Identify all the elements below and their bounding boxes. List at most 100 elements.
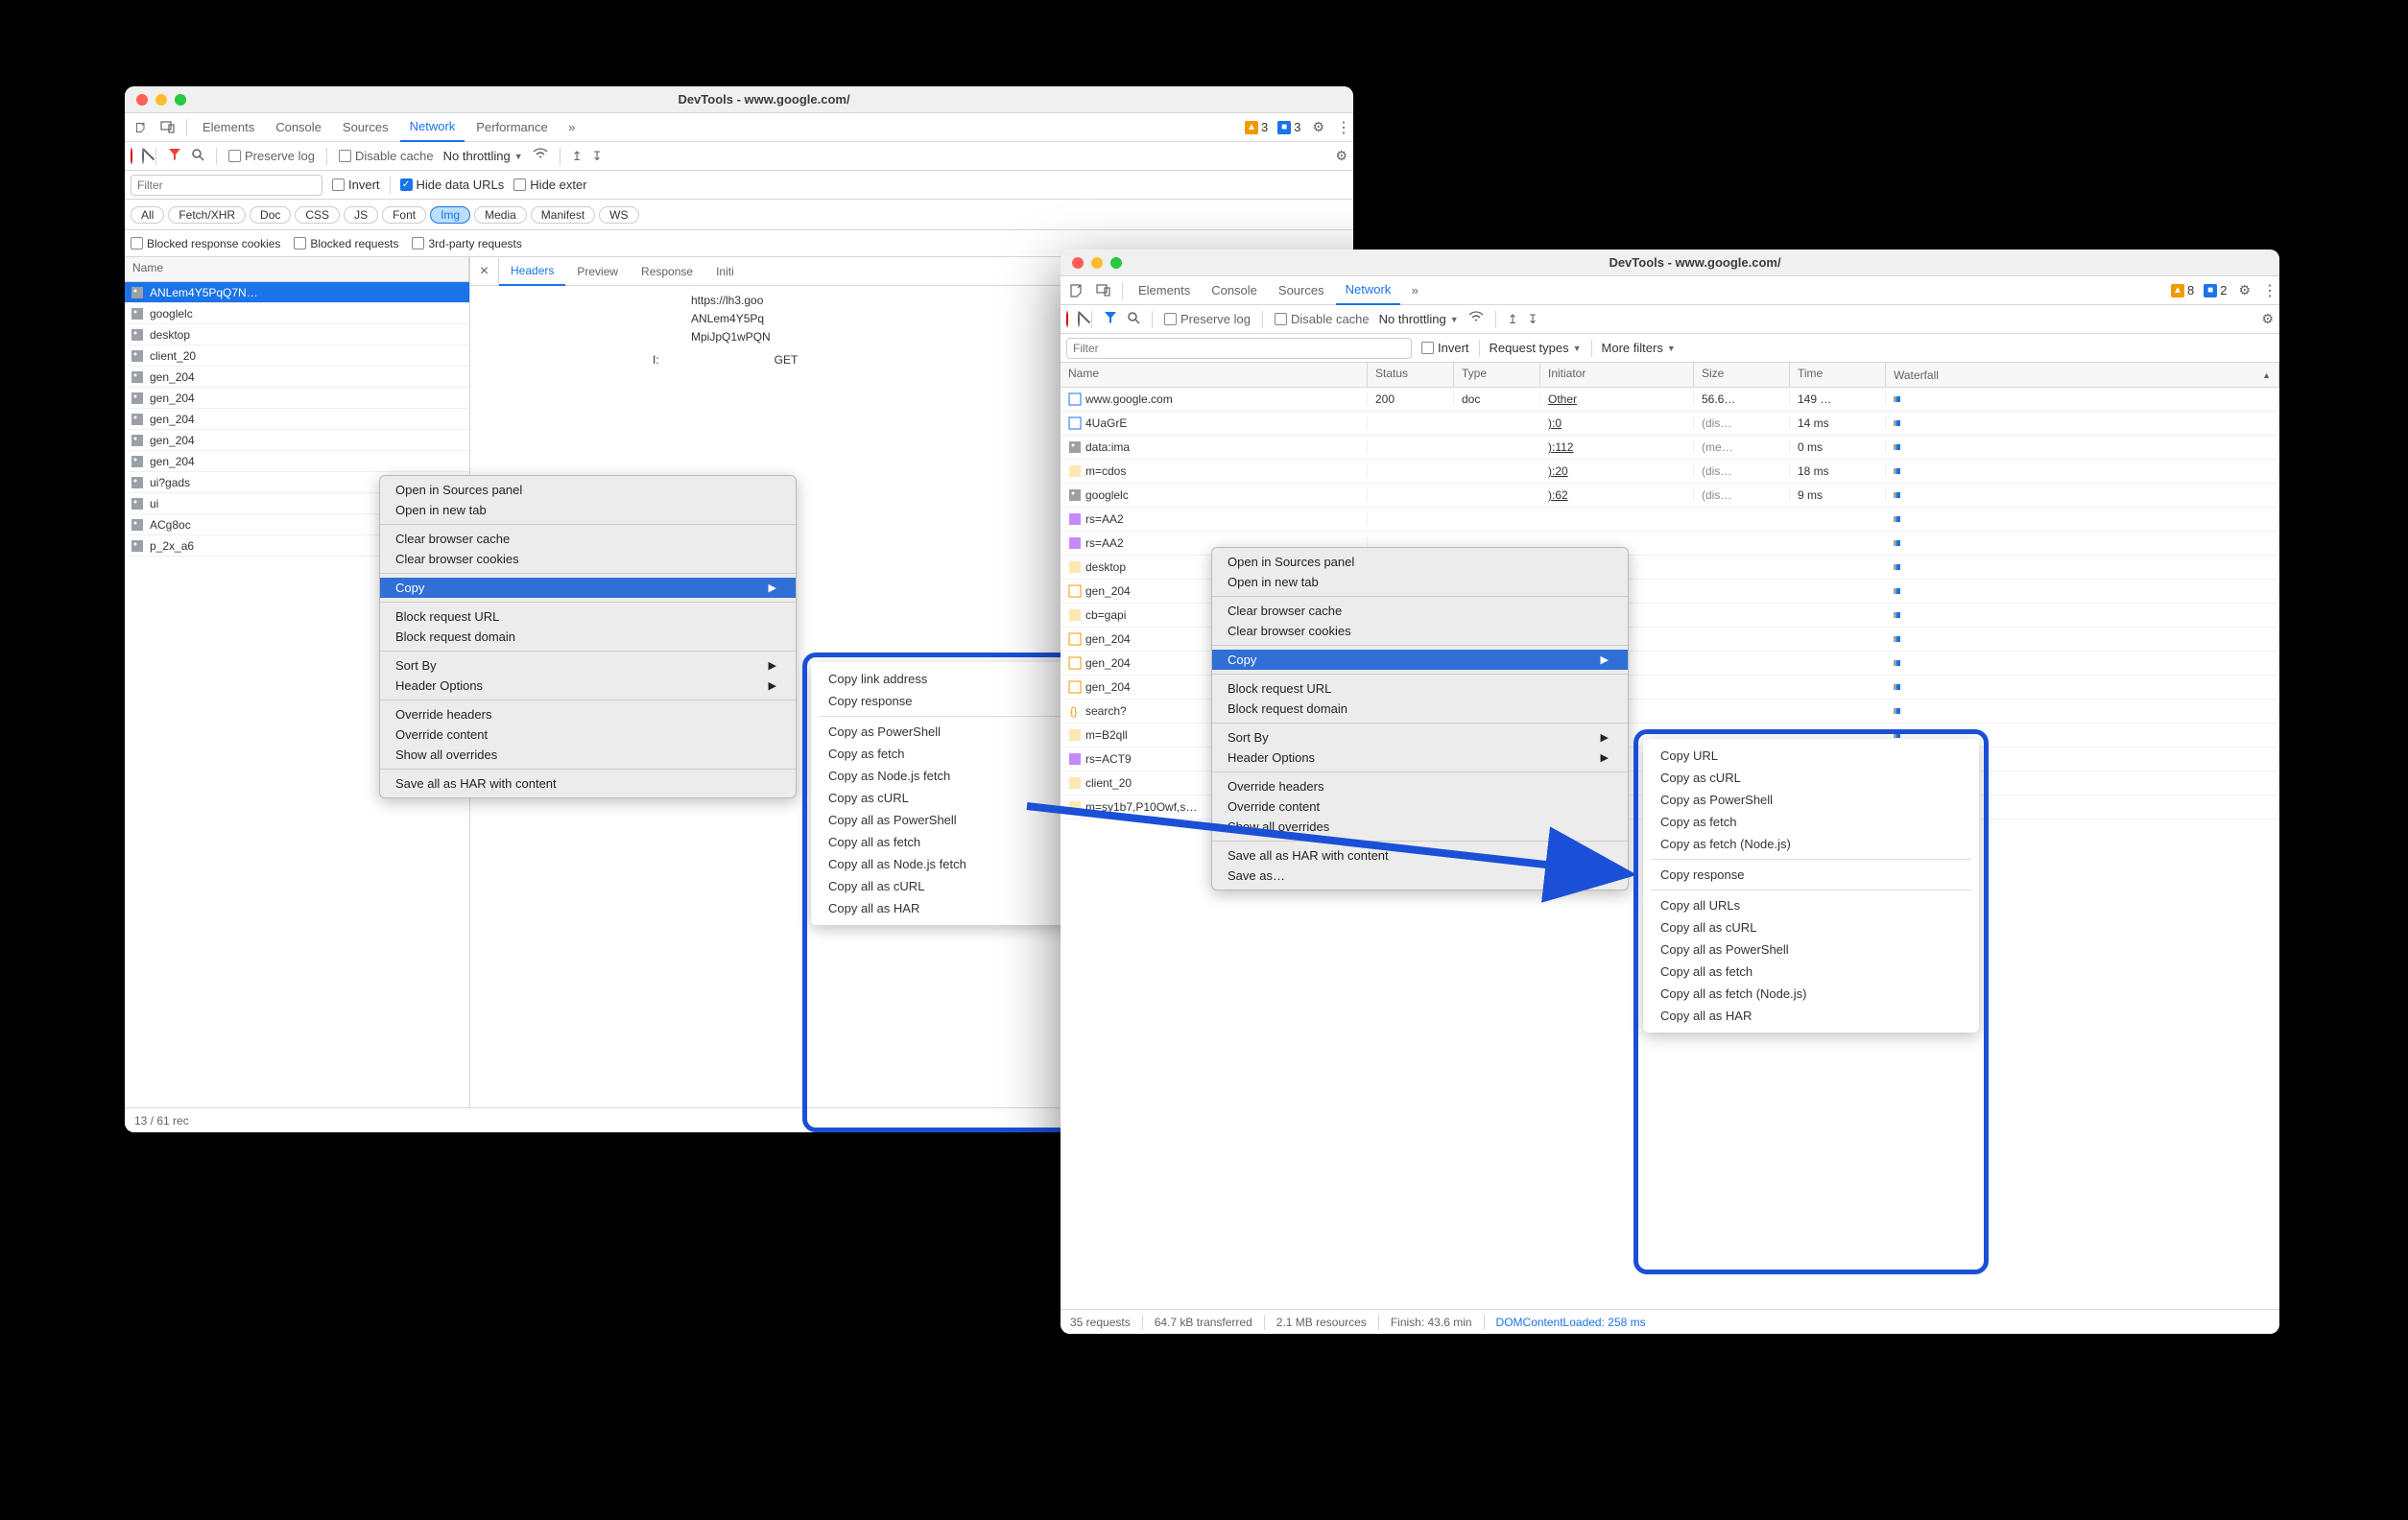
filter-input[interactable] — [1066, 338, 1412, 359]
more-menu-icon[interactable]: ⋮ — [1336, 118, 1349, 137]
request-row[interactable]: gen_204 — [125, 409, 469, 430]
menu-item[interactable]: Save all as HAR with content — [1212, 845, 1628, 866]
col-size[interactable]: Size — [1694, 363, 1790, 387]
wifi-icon[interactable] — [533, 148, 548, 164]
cell-initiator[interactable]: Other — [1540, 392, 1694, 406]
close-detail-button[interactable]: × — [470, 257, 499, 286]
search-icon[interactable] — [1127, 311, 1140, 327]
settings-gear-icon[interactable]: ⚙ — [1312, 119, 1324, 135]
col-type[interactable]: Type — [1454, 363, 1540, 387]
menu-item[interactable]: Open in new tab — [380, 500, 796, 520]
request-row[interactable]: googlelc — [125, 303, 469, 324]
submenu-item[interactable]: Copy as cURL — [1643, 767, 1979, 789]
filter-pill-fetch-xhr[interactable]: Fetch/XHR — [168, 206, 246, 224]
submenu-item[interactable]: Copy response — [1643, 864, 1979, 886]
throttling-select[interactable]: No throttling▼ — [1379, 312, 1459, 326]
submenu-item[interactable]: Copy all as fetch — [1643, 961, 1979, 983]
maximize-icon[interactable] — [1110, 257, 1122, 269]
submenu-item[interactable]: Copy all as cURL — [1643, 916, 1979, 938]
filter-pill-font[interactable]: Font — [382, 206, 426, 224]
cell-initiator[interactable]: ):20 — [1540, 464, 1694, 478]
tab-network[interactable]: Network — [1336, 276, 1401, 305]
menu-item[interactable]: Open in Sources panel — [1212, 552, 1628, 572]
menu-item[interactable]: Sort By▶ — [380, 655, 796, 676]
detail-tab-initiator[interactable]: Initi — [704, 257, 746, 286]
warnings-badge[interactable]: ▲8 — [2171, 283, 2194, 297]
detail-tab-preview[interactable]: Preview — [565, 257, 630, 286]
menu-item[interactable]: Block request URL — [1212, 678, 1628, 699]
download-icon[interactable]: ↧ — [1528, 312, 1538, 327]
filter-pill-doc[interactable]: Doc — [250, 206, 291, 224]
menu-item[interactable]: Clear browser cookies — [1212, 621, 1628, 641]
filter-pill-all[interactable]: All — [131, 206, 164, 224]
warnings-badge[interactable]: ▲3 — [1245, 120, 1268, 134]
submenu-item[interactable]: Copy all as HAR — [1643, 1005, 1979, 1027]
tab-console[interactable]: Console — [1202, 276, 1267, 305]
request-types-dropdown[interactable]: Request types▼ — [1490, 341, 1582, 355]
request-row[interactable]: 4UaGrE):0(dis…14 ms — [1061, 412, 2279, 436]
more-tabs-icon[interactable]: » — [1402, 278, 1427, 303]
filter-pill-js[interactable]: JS — [344, 206, 378, 224]
request-row[interactable]: gen_204 — [125, 367, 469, 388]
disable-cache-checkbox[interactable]: Disable cache — [339, 149, 434, 163]
blocked-requests-checkbox[interactable]: Blocked requests — [294, 237, 398, 250]
wifi-icon[interactable] — [1468, 311, 1484, 327]
settings-gear-icon[interactable]: ⚙ — [2238, 282, 2251, 298]
menu-item[interactable]: Clear browser cache — [380, 529, 796, 549]
more-filters-dropdown[interactable]: More filters▼ — [1602, 341, 1676, 355]
device-toggle-icon[interactable] — [1091, 278, 1116, 303]
request-row[interactable]: www.google.com200docOther56.6…149 … — [1061, 388, 2279, 412]
tab-elements[interactable]: Elements — [193, 113, 264, 142]
col-time[interactable]: Time — [1790, 363, 1886, 387]
menu-item[interactable]: Show all overrides — [1212, 817, 1628, 837]
inspect-icon[interactable] — [1064, 278, 1089, 303]
col-initiator[interactable]: Initiator — [1540, 363, 1694, 387]
menu-item[interactable]: Save as… — [1212, 866, 1628, 886]
menu-item[interactable]: Clear browser cache — [1212, 601, 1628, 621]
record-icon[interactable] — [1066, 312, 1068, 326]
invert-checkbox[interactable]: Invert — [1421, 341, 1469, 355]
disable-cache-checkbox[interactable]: Disable cache — [1275, 312, 1370, 326]
context-menu[interactable]: Open in Sources panelOpen in new tabClea… — [379, 475, 797, 798]
filter-funnel-icon[interactable] — [1104, 311, 1117, 327]
request-row[interactable]: ANLem4Y5PqQ7N… — [125, 282, 469, 303]
search-icon[interactable] — [191, 148, 204, 164]
menu-item[interactable]: Override headers — [380, 704, 796, 724]
menu-item[interactable]: Header Options▶ — [380, 676, 796, 696]
throttling-select[interactable]: No throttling▼ — [443, 149, 523, 163]
hide-data-urls-checkbox[interactable]: Hide data URLs — [400, 178, 505, 192]
menu-item[interactable]: Override headers — [1212, 776, 1628, 796]
third-party-checkbox[interactable]: 3rd-party requests — [412, 237, 521, 250]
more-tabs-icon[interactable]: » — [560, 115, 584, 140]
request-row[interactable]: client_20 — [125, 345, 469, 367]
invert-checkbox[interactable]: Invert — [332, 178, 380, 192]
clear-icon[interactable] — [1078, 312, 1080, 326]
menu-item[interactable]: Header Options▶ — [1212, 748, 1628, 768]
menu-item[interactable]: Block request domain — [1212, 699, 1628, 719]
tab-sources[interactable]: Sources — [333, 113, 398, 142]
col-status[interactable]: Status — [1368, 363, 1454, 387]
preserve-log-checkbox[interactable]: Preserve log — [1164, 312, 1251, 326]
tab-elements[interactable]: Elements — [1129, 276, 1200, 305]
menu-item[interactable]: Block request domain — [380, 627, 796, 647]
tab-performance[interactable]: Performance — [466, 113, 557, 142]
copy-submenu[interactable]: Copy URLCopy as cURLCopy as PowerShellCo… — [1643, 739, 1979, 1033]
request-row[interactable]: gen_204 — [125, 430, 469, 451]
submenu-item[interactable]: Copy as fetch (Node.js) — [1643, 833, 1979, 855]
menu-item[interactable]: Copy▶ — [1212, 650, 1628, 670]
context-menu[interactable]: Open in Sources panelOpen in new tab Clea… — [1211, 547, 1629, 891]
filter-pill-img[interactable]: Img — [430, 206, 470, 224]
filter-pill-ws[interactable]: WS — [599, 206, 638, 224]
detail-tab-headers[interactable]: Headers — [499, 257, 565, 286]
request-row[interactable]: gen_204 — [125, 451, 469, 472]
request-row[interactable]: gen_204 — [125, 388, 469, 409]
close-icon[interactable] — [1072, 257, 1084, 269]
menu-item[interactable]: Open in new tab — [1212, 572, 1628, 592]
menu-item[interactable]: Sort By▶ — [1212, 727, 1628, 748]
col-name[interactable]: Name — [1061, 363, 1368, 387]
cell-initiator[interactable]: ):0 — [1540, 416, 1694, 430]
device-toggle-icon[interactable] — [155, 115, 180, 140]
request-row[interactable]: desktop — [125, 324, 469, 345]
network-settings-icon[interactable]: ⚙ — [2261, 311, 2274, 327]
minimize-icon[interactable] — [155, 94, 167, 106]
